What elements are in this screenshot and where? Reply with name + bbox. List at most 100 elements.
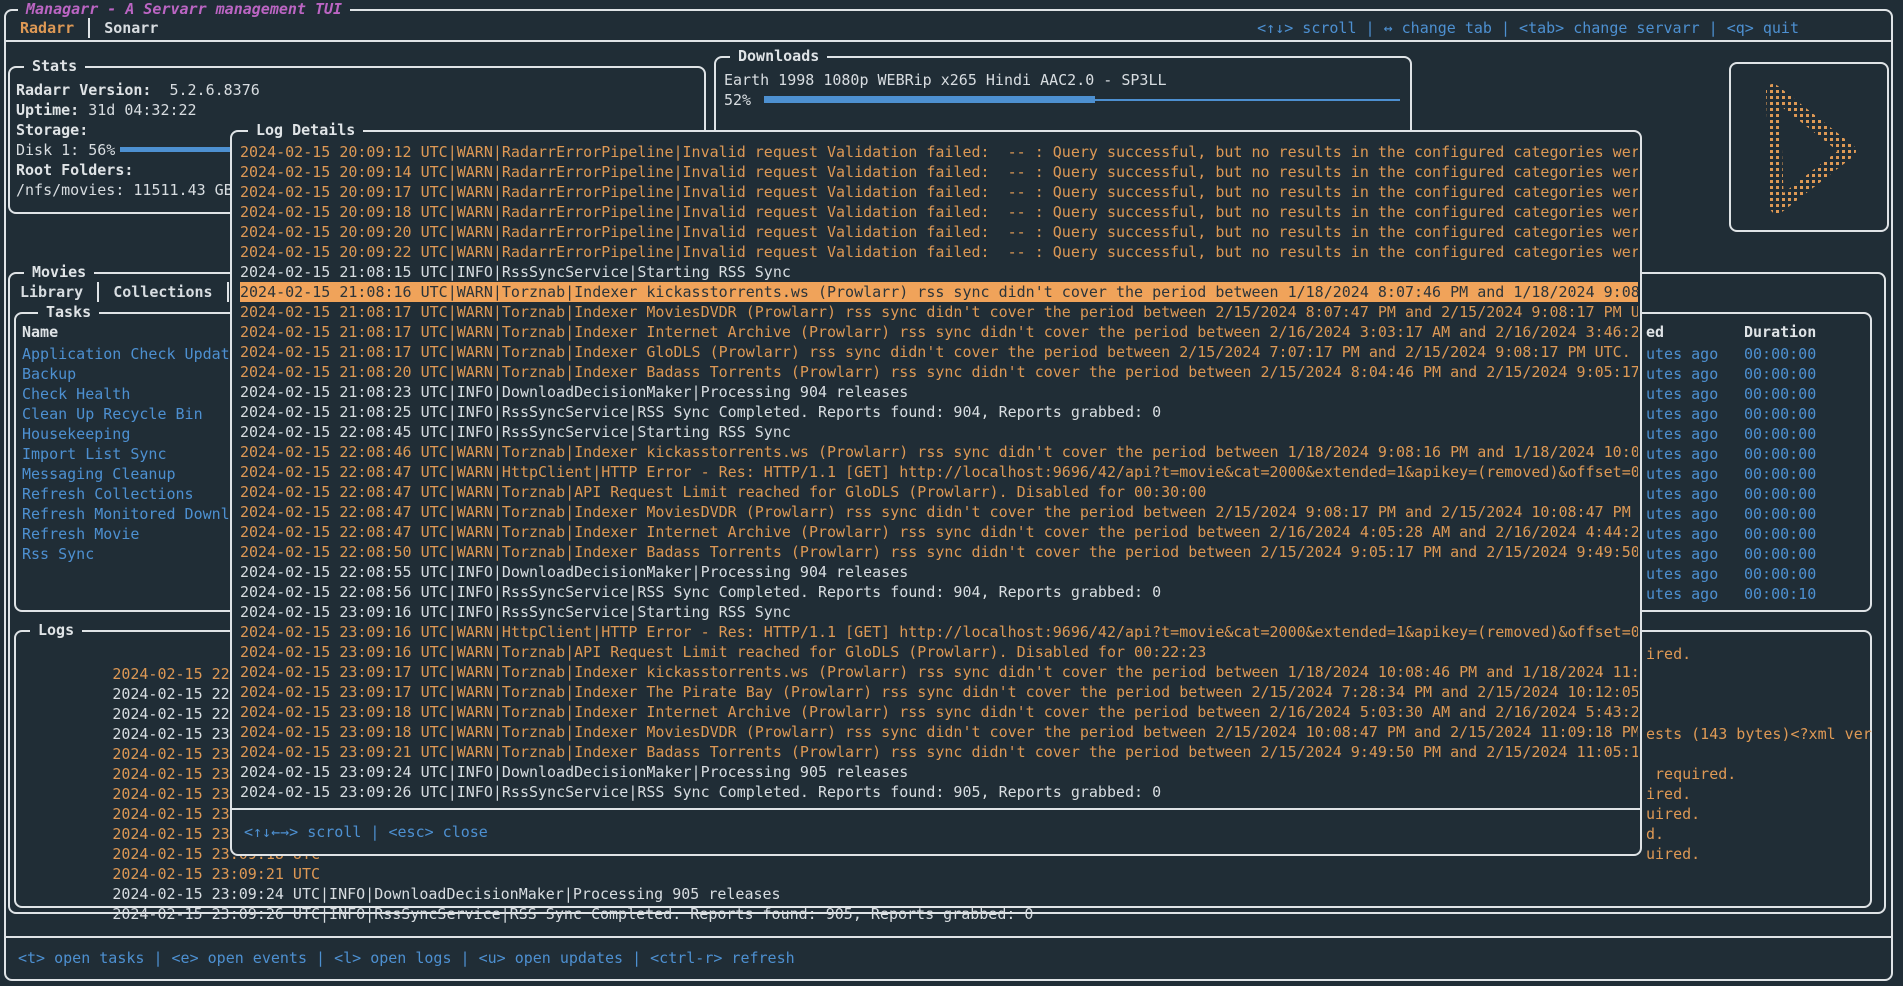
root-folders-label: Root Folders: [16, 161, 133, 179]
tasks-title: Tasks [38, 302, 99, 322]
log-details-list: 2024-02-15 20:09:12 UTC|WARN|RadarrError… [240, 142, 1638, 806]
disk-usage-label: Disk 1: 56% [16, 141, 115, 159]
log-detail-row[interactable]: 2024-02-15 23:09:17 UTC|WARN|Torznab|Ind… [240, 682, 1638, 702]
event-row[interactable]: utes ago 00:00:00 [1608, 424, 1870, 444]
log-detail-row[interactable]: 2024-02-15 23:09:26 UTC|INFO|RssSyncServ… [240, 782, 1638, 802]
logo-panel [1729, 62, 1889, 232]
managarr-play-logo-icon [1739, 71, 1879, 223]
log-detail-row[interactable]: 2024-02-15 21:08:16 UTC|WARN|Torznab|Ind… [240, 282, 1638, 302]
log-detail-row[interactable]: 2024-02-15 22:08:47 UTC|WARN|HttpClient|… [240, 462, 1638, 482]
event-row[interactable]: utes ago 00:00:00 [1608, 564, 1870, 584]
log-detail-row[interactable]: 2024-02-15 22:08:56 UTC|INFO|RssSyncServ… [240, 582, 1638, 602]
tab-divider [97, 282, 99, 302]
event-ended: utes ago [1646, 564, 1718, 584]
downloads-title: Downloads [730, 46, 827, 66]
log-row-tail: ests (143 bytes)<?xml ver [1646, 724, 1872, 744]
tab-radarr[interactable]: Radarr [20, 18, 74, 38]
log-row[interactable]: 2024-02-15 23:09:24 UTC|INFO|DownloadDec… [22, 864, 1868, 884]
event-duration: 00:00:00 [1744, 384, 1816, 404]
tab-library[interactable]: Library [20, 282, 83, 302]
event-duration: 00:00:00 [1744, 504, 1816, 524]
events-duration-header: Duration [1744, 322, 1816, 342]
log-detail-row[interactable]: 2024-02-15 22:08:46 UTC|WARN|Torznab|Ind… [240, 442, 1638, 462]
event-row[interactable]: utes ago 00:00:00 [1608, 344, 1870, 364]
log-detail-row[interactable]: 2024-02-15 20:09:12 UTC|WARN|RadarrError… [240, 142, 1638, 162]
event-ended: utes ago [1646, 424, 1718, 444]
event-row[interactable]: utes ago 00:00:00 [1608, 464, 1870, 484]
event-ended: utes ago [1646, 584, 1718, 604]
root-folder-value: /nfs/movies: 11511.43 GB [16, 181, 233, 199]
tab-divider [88, 18, 90, 38]
log-detail-row[interactable]: 2024-02-15 23:09:16 UTC|INFO|RssSyncServ… [240, 602, 1638, 622]
log-detail-row[interactable]: 2024-02-15 21:08:23 UTC|INFO|DownloadDec… [240, 382, 1638, 402]
modal-keybind-hints: <↑↓←→> scroll | <esc> close [244, 822, 488, 842]
log-row-tail: ired. [1646, 644, 1691, 664]
event-duration: 00:00:00 [1744, 364, 1816, 384]
download-item[interactable]: Earth 1998 1080p WEBRip x265 Hindi AAC2.… [724, 70, 1167, 90]
tasks-name-header: Name [22, 322, 58, 342]
log-detail-row[interactable]: 2024-02-15 22:08:45 UTC|INFO|RssSyncServ… [240, 422, 1638, 442]
uptime-label: Uptime: [16, 101, 79, 119]
log-detail-row[interactable]: 2024-02-15 22:08:47 UTC|WARN|Torznab|API… [240, 482, 1638, 502]
log-detail-row[interactable]: 2024-02-15 23:09:16 UTC|WARN|HttpClient|… [240, 622, 1638, 642]
log-row-tail: ired. [1646, 784, 1691, 804]
log-detail-row[interactable]: 2024-02-15 21:08:17 UTC|WARN|Torznab|Ind… [240, 322, 1638, 342]
events-panel: ed Duration utes ago 00:00:00 utes ago 0… [1606, 312, 1872, 612]
event-row[interactable]: utes ago 00:00:00 [1608, 544, 1870, 564]
log-detail-row[interactable]: 2024-02-15 22:08:55 UTC|INFO|DownloadDec… [240, 562, 1638, 582]
event-duration: 00:00:00 [1744, 524, 1816, 544]
event-row[interactable]: utes ago 00:00:00 [1608, 444, 1870, 464]
progress-fill [764, 96, 1095, 103]
log-detail-row[interactable]: 2024-02-15 20:09:18 UTC|WARN|RadarrError… [240, 202, 1638, 222]
log-detail-row[interactable]: 2024-02-15 22:08:47 UTC|WARN|Torznab|Ind… [240, 522, 1638, 542]
version-value: 5.2.6.8376 [169, 81, 259, 99]
tab-sonarr[interactable]: Sonarr [104, 18, 158, 38]
app-root: Managarr - A Servarr management TUI Rada… [0, 0, 1903, 986]
log-detail-row[interactable]: 2024-02-15 21:08:15 UTC|INFO|RssSyncServ… [240, 262, 1638, 282]
event-duration: 00:00:00 [1744, 544, 1816, 564]
event-ended: utes ago [1646, 404, 1718, 424]
log-row-tail: d. [1646, 824, 1664, 844]
event-row[interactable]: utes ago 00:00:00 [1608, 384, 1870, 404]
log-detail-row[interactable]: 2024-02-15 21:08:25 UTC|INFO|RssSyncServ… [240, 402, 1638, 422]
log-detail-row[interactable]: 2024-02-15 23:09:24 UTC|INFO|DownloadDec… [240, 762, 1638, 782]
event-row[interactable]: utes ago 00:00:00 [1608, 524, 1870, 544]
log-detail-row[interactable]: 2024-02-15 21:08:20 UTC|WARN|Torznab|Ind… [240, 362, 1638, 382]
tab-divider [227, 282, 229, 302]
tabbar-separator [4, 40, 1893, 42]
stats-version-row: Radarr Version:5.2.6.8376 [16, 80, 700, 100]
tab-collections[interactable]: Collections [113, 282, 212, 302]
stats-uptime-row: Uptime:31d 04:32:22 [16, 100, 700, 120]
event-ended: utes ago [1646, 384, 1718, 404]
event-duration: 00:00:00 [1744, 564, 1816, 584]
log-detail-row[interactable]: 2024-02-15 23:09:18 UTC|WARN|Torznab|Ind… [240, 722, 1638, 742]
bottom-separator [4, 936, 1893, 938]
log-details-modal: Log Details 2024-02-15 20:09:12 UTC|WARN… [230, 130, 1642, 856]
log-detail-row[interactable]: 2024-02-15 23:09:16 UTC|WARN|Torznab|API… [240, 642, 1638, 662]
log-detail-row[interactable]: 2024-02-15 20:09:20 UTC|WARN|RadarrError… [240, 222, 1638, 242]
log-detail-row[interactable]: 2024-02-15 20:09:17 UTC|WARN|RadarrError… [240, 182, 1638, 202]
log-row[interactable]: 2024-02-15 23:09:26 UTC|INFO|RssSyncServ… [22, 884, 1868, 904]
log-detail-row[interactable]: 2024-02-15 22:08:47 UTC|WARN|Torznab|Ind… [240, 502, 1638, 522]
event-row[interactable]: utes ago 00:00:10 [1608, 584, 1870, 604]
log-detail-row[interactable]: 2024-02-15 23:09:17 UTC|WARN|Torznab|Ind… [240, 662, 1638, 682]
log-detail-row[interactable]: 2024-02-15 22:08:50 UTC|WARN|Torznab|Ind… [240, 542, 1638, 562]
log-detail-row[interactable]: 2024-02-15 20:09:22 UTC|WARN|RadarrError… [240, 242, 1638, 262]
storage-label: Storage: [16, 121, 88, 139]
event-row[interactable]: utes ago 00:00:00 [1608, 404, 1870, 424]
log-detail-row[interactable]: 2024-02-15 21:08:17 UTC|WARN|Torznab|Ind… [240, 302, 1638, 322]
log-detail-row[interactable]: 2024-02-15 23:09:21 UTC|WARN|Torznab|Ind… [240, 742, 1638, 762]
movies-title: Movies [24, 262, 94, 282]
bottom-keybind-hints: <t> open tasks | <e> open events | <l> o… [18, 948, 795, 968]
event-ended: utes ago [1646, 364, 1718, 384]
log-row-text: 2024-02-15 23:09:26 UTC|INFO|RssSyncServ… [112, 905, 1033, 923]
log-detail-row[interactable]: 2024-02-15 20:09:14 UTC|WARN|RadarrError… [240, 162, 1638, 182]
event-ended: utes ago [1646, 524, 1718, 544]
event-row[interactable]: utes ago 00:00:00 [1608, 484, 1870, 504]
event-row[interactable]: utes ago 00:00:00 [1608, 364, 1870, 384]
log-detail-row[interactable]: 2024-02-15 21:08:17 UTC|WARN|Torznab|Ind… [240, 342, 1638, 362]
event-row[interactable]: utes ago 00:00:00 [1608, 504, 1870, 524]
log-detail-row[interactable]: 2024-02-15 23:09:18 UTC|WARN|Torznab|Ind… [240, 702, 1638, 722]
events-rows: utes ago 00:00:00 utes ago 00:00:00 utes… [1608, 344, 1870, 604]
event-ended: utes ago [1646, 484, 1718, 504]
